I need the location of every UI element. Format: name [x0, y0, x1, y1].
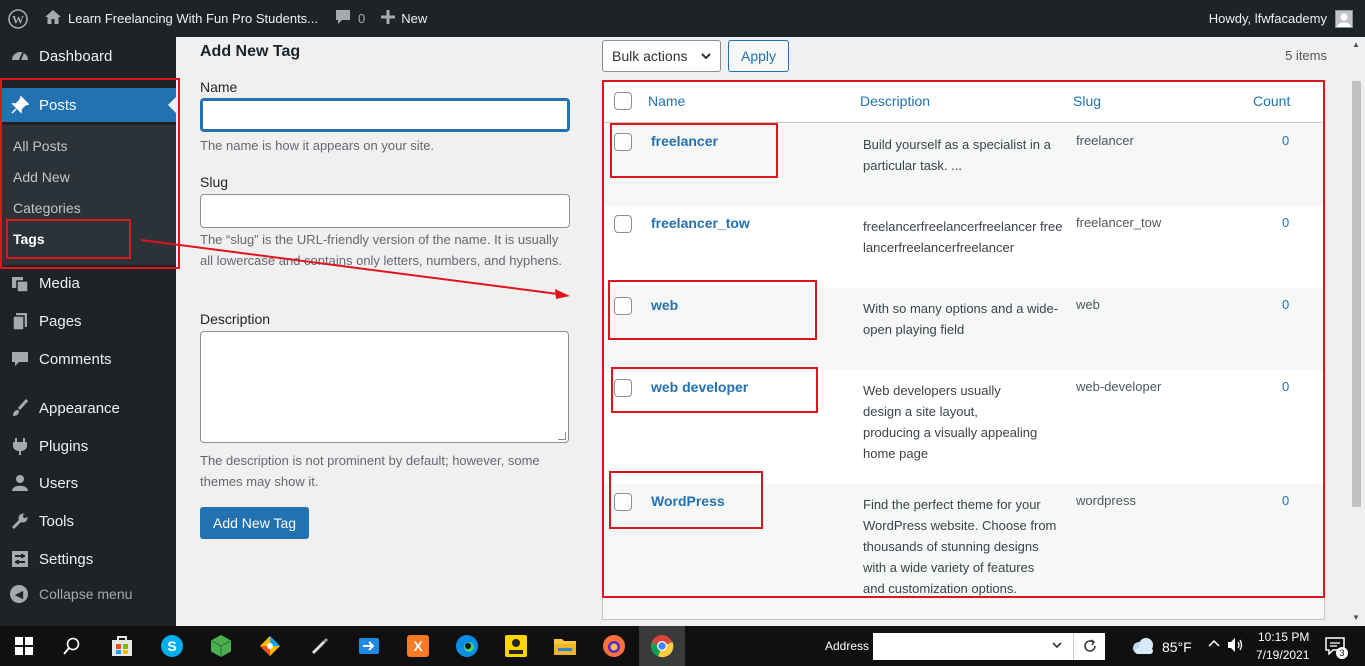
clock-date[interactable]: 7/19/2021: [1256, 648, 1309, 662]
notification-count-badge: 3: [1336, 647, 1348, 659]
volume-icon[interactable]: [1227, 637, 1245, 656]
store-icon[interactable]: [108, 632, 136, 660]
annotation-arrow: [140, 239, 570, 299]
weather-cloud-icon[interactable]: [1129, 636, 1157, 659]
skype-icon[interactable]: S: [158, 632, 186, 660]
chevron-down-icon[interactable]: [1051, 638, 1063, 655]
refresh-icon[interactable]: [1082, 638, 1098, 657]
file-explorer-icon[interactable]: [551, 632, 579, 660]
windows-start-icon[interactable]: [10, 632, 38, 660]
chevron-up-icon[interactable]: [1207, 637, 1221, 654]
taskbar: S X Address 85°F 10:15 PM 7/19/2021 3: [0, 626, 1365, 666]
address-label: Address: [825, 639, 870, 653]
address-input[interactable]: [873, 633, 1105, 660]
colorful-app-icon[interactable]: [256, 632, 284, 660]
media-player-icon[interactable]: [502, 632, 530, 660]
green-cube-app-icon[interactable]: [207, 632, 235, 660]
search-icon[interactable]: [58, 632, 86, 660]
address-divider: [1073, 633, 1074, 660]
temperature: 85°F: [1162, 639, 1192, 655]
edge-browser-icon[interactable]: [453, 632, 481, 660]
chrome-icon[interactable]: [648, 632, 676, 660]
svg-text:S: S: [167, 638, 176, 654]
firefox-icon[interactable]: [600, 632, 628, 660]
clock-time[interactable]: 10:15 PM: [1258, 630, 1309, 644]
xampp-icon[interactable]: X: [404, 632, 432, 660]
share-app-icon[interactable]: [355, 632, 383, 660]
svg-text:X: X: [413, 638, 423, 654]
pen-tool-icon[interactable]: [306, 632, 334, 660]
